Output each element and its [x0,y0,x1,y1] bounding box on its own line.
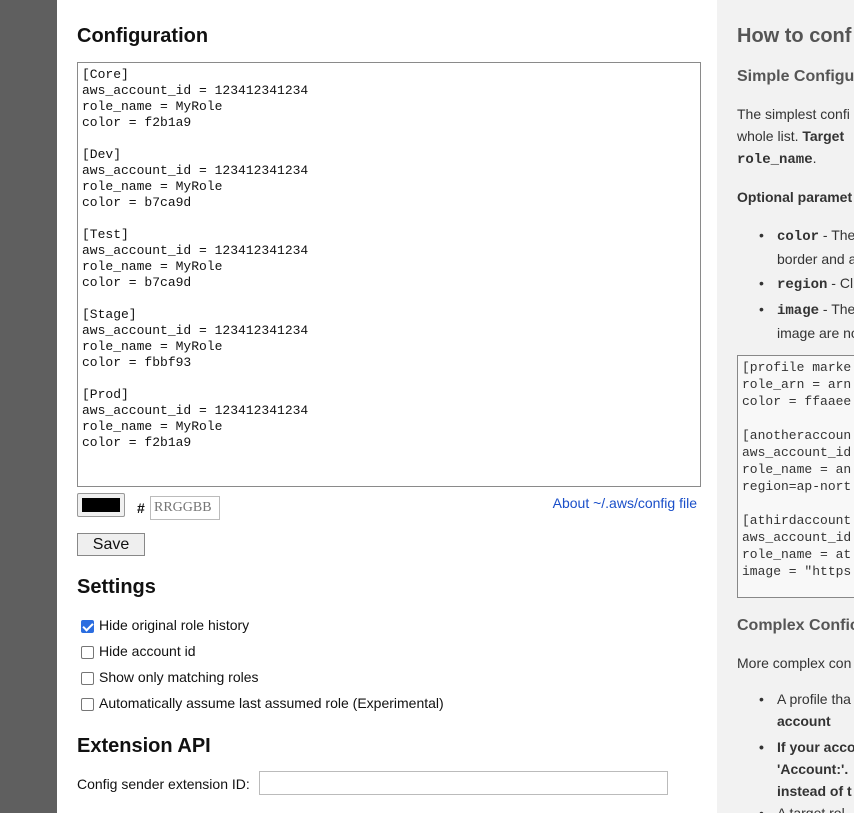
optional-param-region: region - Cl [759,272,853,296]
optional-param-color: color - The border and a [759,224,854,270]
settings-heading: Settings [77,576,156,598]
help-panel: How to conf Simple Configu The simplest … [717,0,854,813]
complex-item: A profile tha account [759,688,851,732]
complex-config-text: More complex con [737,655,852,671]
config-textarea[interactable]: [Core] aws_account_id = 123412341234 rol… [77,62,701,487]
simple-config-heading: Simple Configu [737,68,854,85]
color-picker-swatch [82,498,120,512]
config-sender-label: Config sender extension ID: [77,776,250,792]
help-heading: How to conf [737,25,852,47]
setting-hide-account-id[interactable]: Hide account id [81,643,196,659]
checkbox[interactable] [81,697,94,711]
example-config-code: [profile marke role_arn = arn color = ff… [737,355,854,598]
left-gutter [0,0,57,813]
complex-item: A target rol [759,802,845,813]
setting-label: Show only matching roles [99,669,259,685]
complex-config-heading: Complex Confic [737,617,854,634]
setting-hide-original-role-history[interactable]: Hide original role history [81,617,249,633]
optional-params-heading: Optional paramet [737,189,853,205]
setting-auto-assume-last-role[interactable]: Automatically assume last assumed role (… [81,695,444,711]
hash-label: # [137,500,145,516]
checkbox[interactable] [81,671,94,685]
setting-label: Hide account id [99,643,196,659]
setting-show-only-matching-roles[interactable]: Show only matching roles [81,669,259,685]
save-button[interactable]: Save [77,533,145,556]
extension-api-heading: Extension API [77,735,211,757]
setting-label: Automatically assume last assumed role (… [99,695,444,711]
optional-param-image: image - The image are no [759,298,854,344]
simple-config-text: The simplest confi whole list. Target ro… [737,106,850,168]
hex-color-input[interactable] [150,496,220,520]
about-config-file-link[interactable]: About ~/.aws/config file [553,495,697,511]
checkbox[interactable] [81,645,94,659]
color-picker[interactable] [77,493,125,517]
config-sender-extension-id-input[interactable] [259,771,668,795]
configuration-heading: Configuration [77,25,209,47]
checkbox[interactable] [81,619,94,633]
setting-label: Hide original role history [99,617,250,633]
complex-item: If your acco 'Account:'. instead of t [759,736,854,802]
